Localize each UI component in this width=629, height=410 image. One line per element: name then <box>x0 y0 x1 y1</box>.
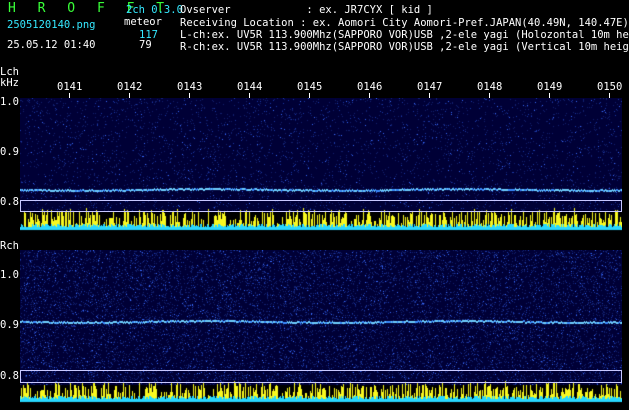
rch-spectrogram <box>20 250 622 403</box>
rch-channel-label: Rch <box>0 240 19 252</box>
time-tick-label: 0149 <box>537 81 563 93</box>
time-tick-label: 0144 <box>237 81 263 93</box>
time-tick-label: 0142 <box>117 81 143 93</box>
time-tick-label: 0141 <box>57 81 83 93</box>
time-tick-mark <box>249 93 250 98</box>
time-tick-mark <box>129 93 130 98</box>
time-tick-label: 0147 <box>417 81 443 93</box>
lch-spectrogram <box>20 98 622 231</box>
rch-meteor-count: 79 <box>139 39 152 51</box>
time-tick-label: 0150 <box>597 81 623 93</box>
time-tick-label: 0146 <box>357 81 383 93</box>
rch-ytick-1-0: 1.0 <box>0 269 19 281</box>
time-tick-label: 0145 <box>297 81 323 93</box>
time-tick-mark <box>369 93 370 98</box>
meteor-label: meteor <box>124 16 162 28</box>
time-tick-mark <box>549 93 550 98</box>
lch-ytick-0-9: 0.9 <box>0 146 19 158</box>
time-tick-label: 0143 <box>177 81 203 93</box>
time-tick-mark <box>609 93 610 98</box>
mode-label: 2ch 0.3.0 <box>126 4 183 16</box>
observer-line: Ovserver : ex. JR7CYX [ kid ] <box>180 4 433 16</box>
location-line: Receiving Location : ex. Aomori City Aom… <box>180 17 629 29</box>
time-tick-mark <box>489 93 490 98</box>
time-tick-mark <box>429 93 430 98</box>
time-tick-mark <box>189 93 190 98</box>
lch-ytick-1-0: 1.0 <box>0 96 19 108</box>
rch-ytick-0-9: 0.9 <box>0 319 19 331</box>
datetime-label: 25.05.12 01:40 <box>7 39 96 51</box>
time-tick-mark <box>69 93 70 98</box>
filename-label: 2505120140.png <box>7 19 96 31</box>
rch-ytick-0-8: 0.8 <box>0 370 19 382</box>
lch-config-line: L-ch:ex. UV5R 113.900Mhz(SAPPORO VOR)USB… <box>180 29 629 41</box>
lch-ytick-0-8: 0.8 <box>0 196 19 208</box>
time-tick-mark <box>309 93 310 98</box>
rch-config-line: R-ch:ex. UV5R 113.900Mhz(SAPPORO VOR)USB… <box>180 41 629 53</box>
khz-unit-label: kHz <box>0 77 19 89</box>
time-tick-label: 0148 <box>477 81 503 93</box>
